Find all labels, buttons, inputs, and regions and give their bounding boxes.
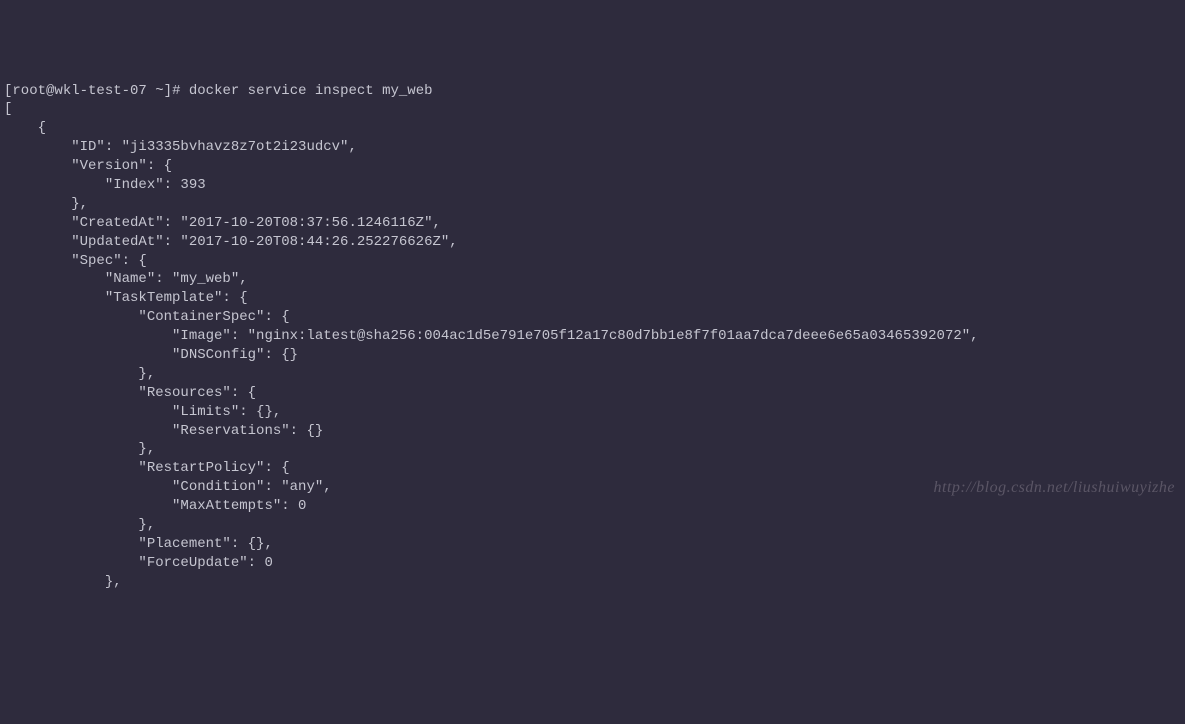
json-line: "MaxAttempts": 0 (4, 498, 306, 514)
json-line: "DNSConfig": {} (4, 347, 298, 363)
json-line: "CreatedAt": "2017-10-20T08:37:56.124611… (4, 215, 441, 231)
json-line: "RestartPolicy": { (4, 460, 290, 476)
prompt-user: root (12, 83, 46, 99)
json-line: "UpdatedAt": "2017-10-20T08:44:26.252276… (4, 234, 458, 250)
command-text: docker service inspect my_web (189, 83, 433, 99)
json-line: }, (4, 441, 155, 457)
json-line: "TaskTemplate": { (4, 290, 248, 306)
json-line: "ContainerSpec": { (4, 309, 290, 325)
json-line: "Name": "my_web", (4, 271, 248, 287)
json-line: "Image": "nginx:latest@sha256:004ac1d5e7… (4, 328, 979, 344)
json-line: }, (4, 196, 88, 212)
json-line: "Spec": { (4, 253, 147, 269)
json-line: "Version": { (4, 158, 172, 174)
json-line: [ (4, 101, 12, 117)
json-line: "Resources": { (4, 385, 256, 401)
prompt-line: [root@wkl-test-07 ~]# docker service ins… (4, 83, 433, 99)
json-line: "Placement": {}, (4, 536, 273, 552)
json-line: "ForceUpdate": 0 (4, 555, 273, 571)
json-line: "Limits": {}, (4, 404, 281, 420)
prompt-path: ~ (155, 83, 163, 99)
json-line: "Reservations": {} (4, 423, 323, 439)
watermark-text: http://blog.csdn.net/liushuiwuyizhe (934, 477, 1175, 499)
json-line: "Condition": "any", (4, 479, 332, 495)
prompt-symbol: # (172, 83, 180, 99)
json-line: "Index": 393 (4, 177, 206, 193)
json-line: }, (4, 366, 155, 382)
json-line: }, (4, 574, 122, 590)
prompt-host: wkl-test-07 (54, 83, 146, 99)
terminal-output: [root@wkl-test-07 ~]# docker service ins… (4, 82, 1181, 592)
json-line: }, (4, 517, 155, 533)
json-line: "ID": "ji3335bvhavz8z7ot2i23udcv", (4, 139, 357, 155)
json-line: { (4, 120, 46, 136)
